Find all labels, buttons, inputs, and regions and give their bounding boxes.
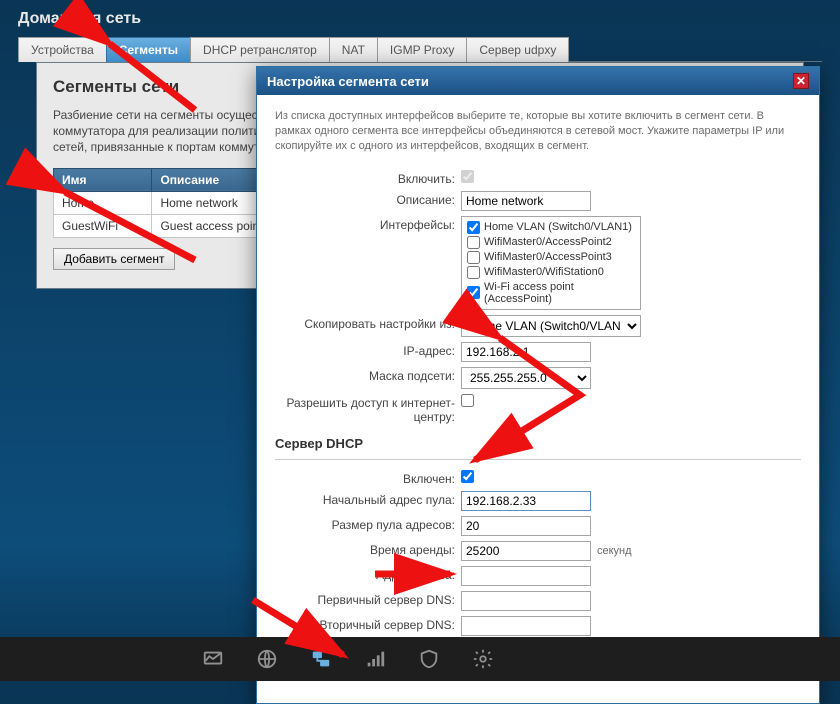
signal-icon[interactable] [362, 646, 388, 672]
cell-name: GuestWiFi [54, 214, 152, 237]
close-icon[interactable]: ✕ [793, 73, 809, 89]
tab-dhcp-relay[interactable]: DHCP ретранслятор [190, 37, 330, 62]
cell-name: Home [54, 191, 152, 214]
lease-field[interactable] [461, 541, 591, 561]
pool-size-field[interactable] [461, 516, 591, 536]
network-icon[interactable] [308, 646, 334, 672]
label-dns1: Первичный сервер DNS: [275, 591, 461, 607]
label-enable: Включить: [275, 170, 461, 186]
dhcp-enabled-checkbox[interactable] [461, 470, 474, 483]
shield-icon[interactable] [416, 646, 442, 672]
tab-udpxy[interactable]: Сервер udpxy [466, 37, 569, 62]
iface-label: WifiMaster0/AccessPoint3 [484, 251, 612, 263]
iface-label: WifiMaster0/AccessPoint2 [484, 236, 612, 248]
enable-checkbox [461, 170, 474, 183]
tab-nat[interactable]: NAT [329, 37, 378, 62]
iface-checkbox[interactable] [467, 221, 480, 234]
bottom-taskbar [0, 637, 840, 681]
label-pool-start: Начальный адрес пула: [275, 491, 461, 507]
desc-field[interactable] [461, 191, 591, 211]
allow-ic-checkbox[interactable] [461, 394, 474, 407]
dns2-field[interactable] [461, 616, 591, 636]
label-ifaces: Интерфейсы: [275, 216, 461, 232]
label-desc: Описание: [275, 191, 461, 207]
copy-from-select[interactable]: Home VLAN (Switch0/VLAN1) [461, 315, 641, 337]
label-lease: Время аренды: [275, 541, 461, 557]
iface-label: WifiMaster0/WifiStation0 [484, 266, 604, 278]
iface-label: Wi-Fi access point (AccessPoint) [484, 281, 635, 305]
label-mask: Маска подсети: [275, 367, 461, 383]
ip-field[interactable] [461, 342, 591, 362]
dhcp-heading: Сервер DHCP [275, 436, 801, 451]
label-dhcp-enabled: Включен: [275, 470, 461, 486]
iface-checkbox[interactable] [467, 236, 480, 249]
gear-icon[interactable] [470, 646, 496, 672]
iface-checkbox[interactable] [467, 286, 480, 299]
label-gateway: Адрес шлюза: [275, 566, 461, 582]
label-dns2: Вторичный сервер DNS: [275, 616, 461, 632]
pool-start-field[interactable] [461, 491, 591, 511]
label-pool-size: Размер пула адресов: [275, 516, 461, 532]
label-ip: IP-адрес: [275, 342, 461, 358]
tab-bar: Устройства Сегменты DHCP ретранслятор NA… [18, 36, 822, 62]
mask-select[interactable]: 255.255.255.0 [461, 367, 591, 389]
iface-label: Home VLAN (Switch0/VLAN1) [484, 221, 632, 233]
tab-igmp[interactable]: IGMP Proxy [377, 37, 467, 62]
divider [275, 459, 801, 460]
gateway-field[interactable] [461, 566, 591, 586]
globe-icon[interactable] [254, 646, 280, 672]
tab-segments[interactable]: Сегменты [106, 37, 191, 62]
modal-description: Из списка доступных интерфейсов выберите… [275, 109, 801, 154]
col-name: Имя [54, 168, 152, 191]
add-segment-button[interactable]: Добавить сегмент [53, 248, 175, 270]
page-title: Домашняя сеть [0, 0, 840, 36]
interfaces-list: Home VLAN (Switch0/VLAN1) WifiMaster0/Ac… [461, 216, 641, 310]
lease-suffix: секунд [597, 545, 632, 557]
label-copy-from: Скопировать настройки из: [275, 315, 461, 331]
modal-title: Настройка сегмента сети [267, 74, 429, 89]
iface-checkbox[interactable] [467, 251, 480, 264]
monitor-icon[interactable] [200, 646, 226, 672]
dns1-field[interactable] [461, 591, 591, 611]
iface-checkbox[interactable] [467, 266, 480, 279]
label-allow-ic: Разрешить доступ к интернет-центру: [275, 394, 461, 424]
segment-settings-modal: Настройка сегмента сети ✕ Из списка дост… [256, 66, 820, 704]
tab-devices[interactable]: Устройства [18, 37, 107, 62]
